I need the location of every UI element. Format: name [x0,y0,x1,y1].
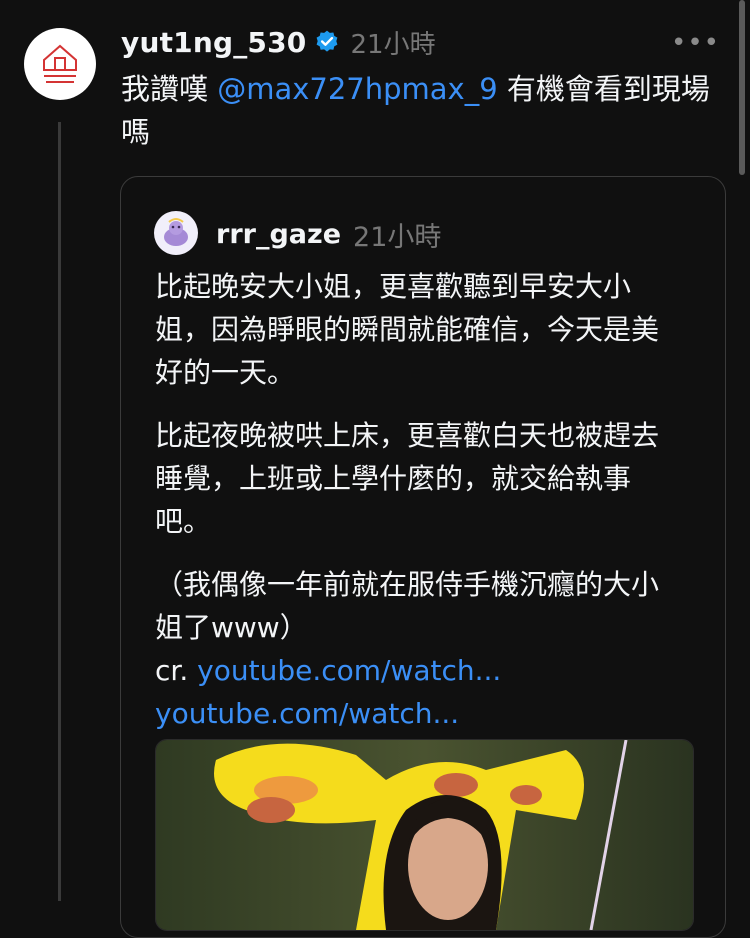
quoted-header: rrr_gaze 21小時 [216,215,441,253]
credit-label: cr. [155,654,198,687]
media-photo [156,740,693,930]
post-header: yut1ng_530 21小時 [121,22,436,62]
avatar[interactable] [24,28,96,100]
mention-link[interactable]: @max727hpmax_9 [217,72,497,106]
scrollbar[interactable] [739,0,745,175]
quoted-credit-line: cr. youtube.com/watch... [155,649,685,692]
post-text-before: 我讚嘆 [121,72,218,106]
quoted-time: 21小時 [353,221,442,253]
verified-badge-icon [317,30,338,52]
quoted-username[interactable]: rrr_gaze [216,219,341,250]
quoted-avatar[interactable] [154,211,198,255]
quoted-link-line: youtube.com/watch... [155,692,685,735]
quoted-paragraph-1: 比起晚安大小姐，更喜歡聽到早安大小姐，因為睜眼的瞬間就能確信，今天是美好的一天。 [155,270,660,389]
post-time: 21小時 [350,29,436,60]
quoted-avatar-image [164,218,188,246]
post-text: 我讚嘆 @max727hpmax_9 有機會看到現場嗎 [121,68,721,154]
quoted-media-image[interactable] [155,739,694,931]
quoted-body: 比起晚安大小姐，更喜歡聽到早安大小姐，因為睜眼的瞬間就能確信，今天是美好的一天。… [155,265,685,735]
quoted-paragraph-2: 比起夜晚被哄上床，更喜歡白天也被趕去睡覺，上班或上學什麼的，就交給執事吧。 [155,419,660,538]
more-options-icon[interactable]: ••• [671,28,720,58]
avatar-logo [43,44,77,83]
thread-line [58,122,61,901]
youtube-link-1[interactable]: youtube.com/watch... [197,654,501,687]
quoted-post[interactable]: rrr_gaze 21小時 比起晚安大小姐，更喜歡聽到早安大小姐，因為睜眼的瞬間… [120,176,726,938]
youtube-link-2[interactable]: youtube.com/watch... [155,697,459,730]
quoted-paragraph-3: （我偶像一年前就在服侍手機沉癮的大小姐了www） [155,568,660,644]
username[interactable]: yut1ng_530 [121,26,306,59]
